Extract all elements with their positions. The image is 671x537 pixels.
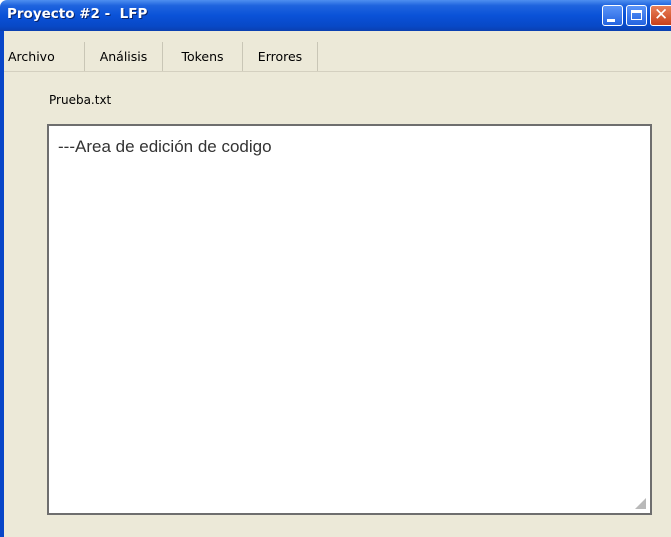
minimize-button[interactable] — [602, 5, 623, 26]
window-title: Proyecto #2 - LFP — [7, 6, 148, 22]
editor-content[interactable]: ---Area de edición de codigo — [58, 137, 272, 157]
menu-errores[interactable]: Errores — [243, 42, 318, 71]
title-bar[interactable]: Proyecto #2 - LFP ✕ — [0, 0, 671, 31]
resize-grip-icon[interactable] — [635, 498, 646, 509]
maximize-icon — [631, 10, 642, 20]
window-left-border — [0, 31, 4, 537]
app-window: Proyecto #2 - LFP ✕ Archivo Análisis Tok… — [0, 0, 671, 537]
minimize-icon — [607, 19, 615, 22]
code-editor[interactable]: ---Area de edición de codigo — [47, 124, 652, 515]
maximize-button[interactable] — [626, 5, 647, 26]
menu-archivo[interactable]: Archivo — [4, 42, 85, 71]
file-name-label: Prueba.txt — [49, 93, 112, 107]
menu-bar: Archivo Análisis Tokens Errores — [4, 42, 671, 71]
close-icon: ✕ — [654, 5, 669, 25]
menu-tokens[interactable]: Tokens — [163, 42, 243, 71]
close-button[interactable]: ✕ — [650, 5, 671, 26]
menu-analisis[interactable]: Análisis — [85, 42, 163, 71]
menu-divider — [4, 71, 671, 72]
